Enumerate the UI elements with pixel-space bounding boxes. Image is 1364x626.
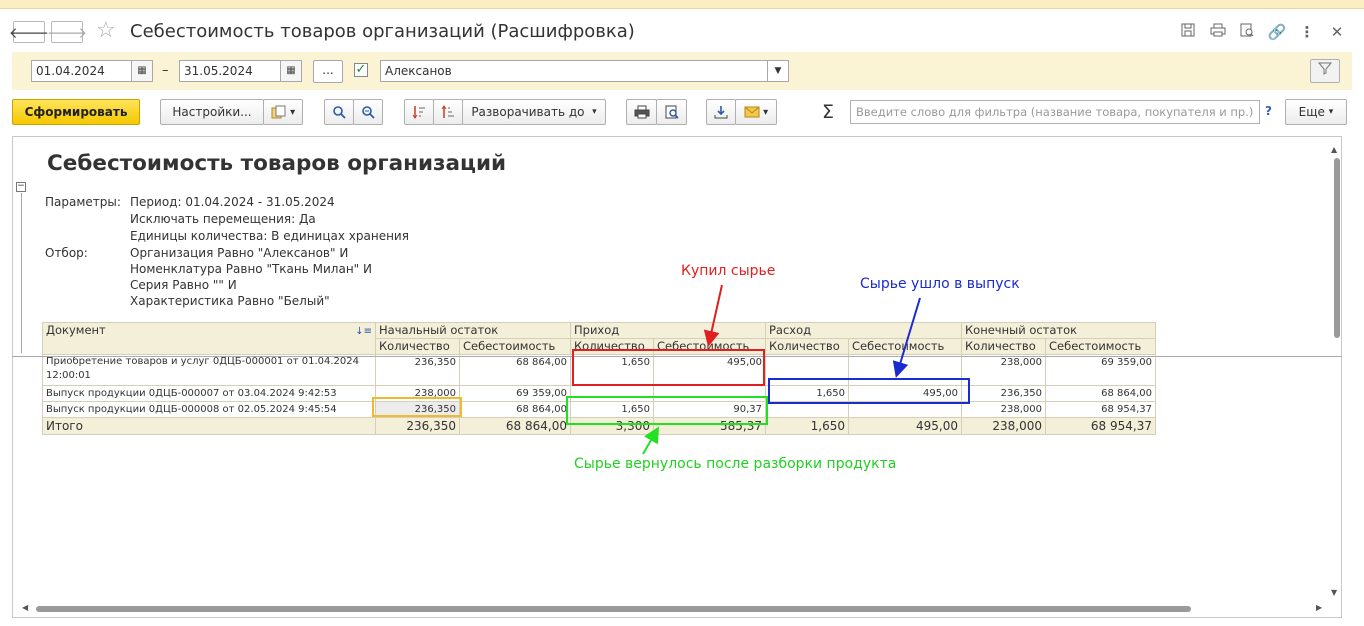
red-arrow <box>703 284 723 347</box>
blue-arrow <box>892 297 921 378</box>
green-arrow <box>642 426 660 455</box>
annotation-arrows <box>642 284 921 455</box>
